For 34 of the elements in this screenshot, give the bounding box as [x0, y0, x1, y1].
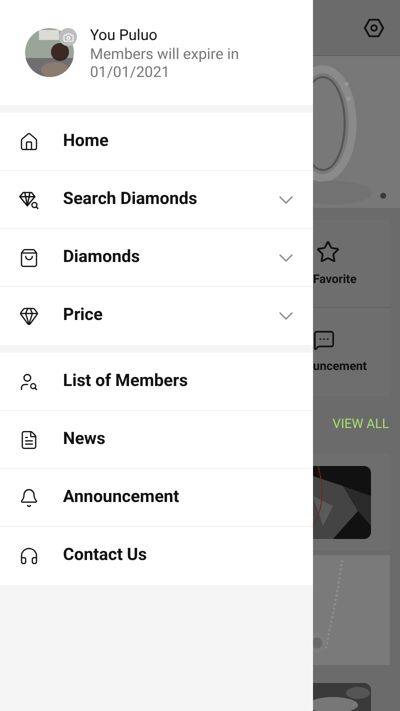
headset-icon: [19, 546, 39, 566]
diamond-icon: [19, 306, 39, 326]
membership-expiry: Members will expire in 01/01/2021: [90, 44, 240, 80]
chevron-down-icon: [279, 312, 293, 320]
settings-icon[interactable]: [363, 16, 385, 39]
message-icon: [313, 329, 335, 352]
menu-item[interactable]: Contact Us: [0, 527, 313, 585]
menu-label: Search Diamonds: [63, 188, 198, 211]
menu-label: List of Members: [63, 370, 189, 393]
menu-label: Announcement: [63, 486, 180, 509]
star-icon: [316, 240, 340, 264]
menu-label: Diamonds: [63, 246, 141, 269]
home-icon: [19, 132, 39, 152]
shortcut-tile[interactable]: Favorite: [313, 220, 390, 308]
bag-icon: [19, 248, 39, 268]
camera-icon: [62, 32, 74, 42]
menu-item[interactable]: Search Diamonds: [0, 171, 313, 229]
document-icon: [19, 430, 39, 450]
menu-item[interactable]: Price: [0, 287, 313, 345]
menu-label: Price: [63, 304, 104, 328]
menu-label: Contact Us: [63, 544, 148, 568]
shortcut-label: Favorite: [313, 270, 357, 288]
camera-badge[interactable]: [59, 28, 77, 46]
menu-label: Home: [63, 130, 110, 153]
user-name: You Puluo: [90, 24, 158, 44]
avatar[interactable]: [25, 28, 74, 77]
chevron-down-icon: [279, 254, 293, 262]
user-search-icon: [19, 372, 39, 392]
bell-icon: [19, 488, 39, 508]
shortcut-tile[interactable]: uncement: [313, 308, 390, 396]
menu-label: News: [63, 428, 106, 451]
chevron-down-icon: [279, 196, 293, 204]
diamond-search-icon: [19, 190, 39, 210]
shortcut-label: uncement: [313, 358, 367, 376]
